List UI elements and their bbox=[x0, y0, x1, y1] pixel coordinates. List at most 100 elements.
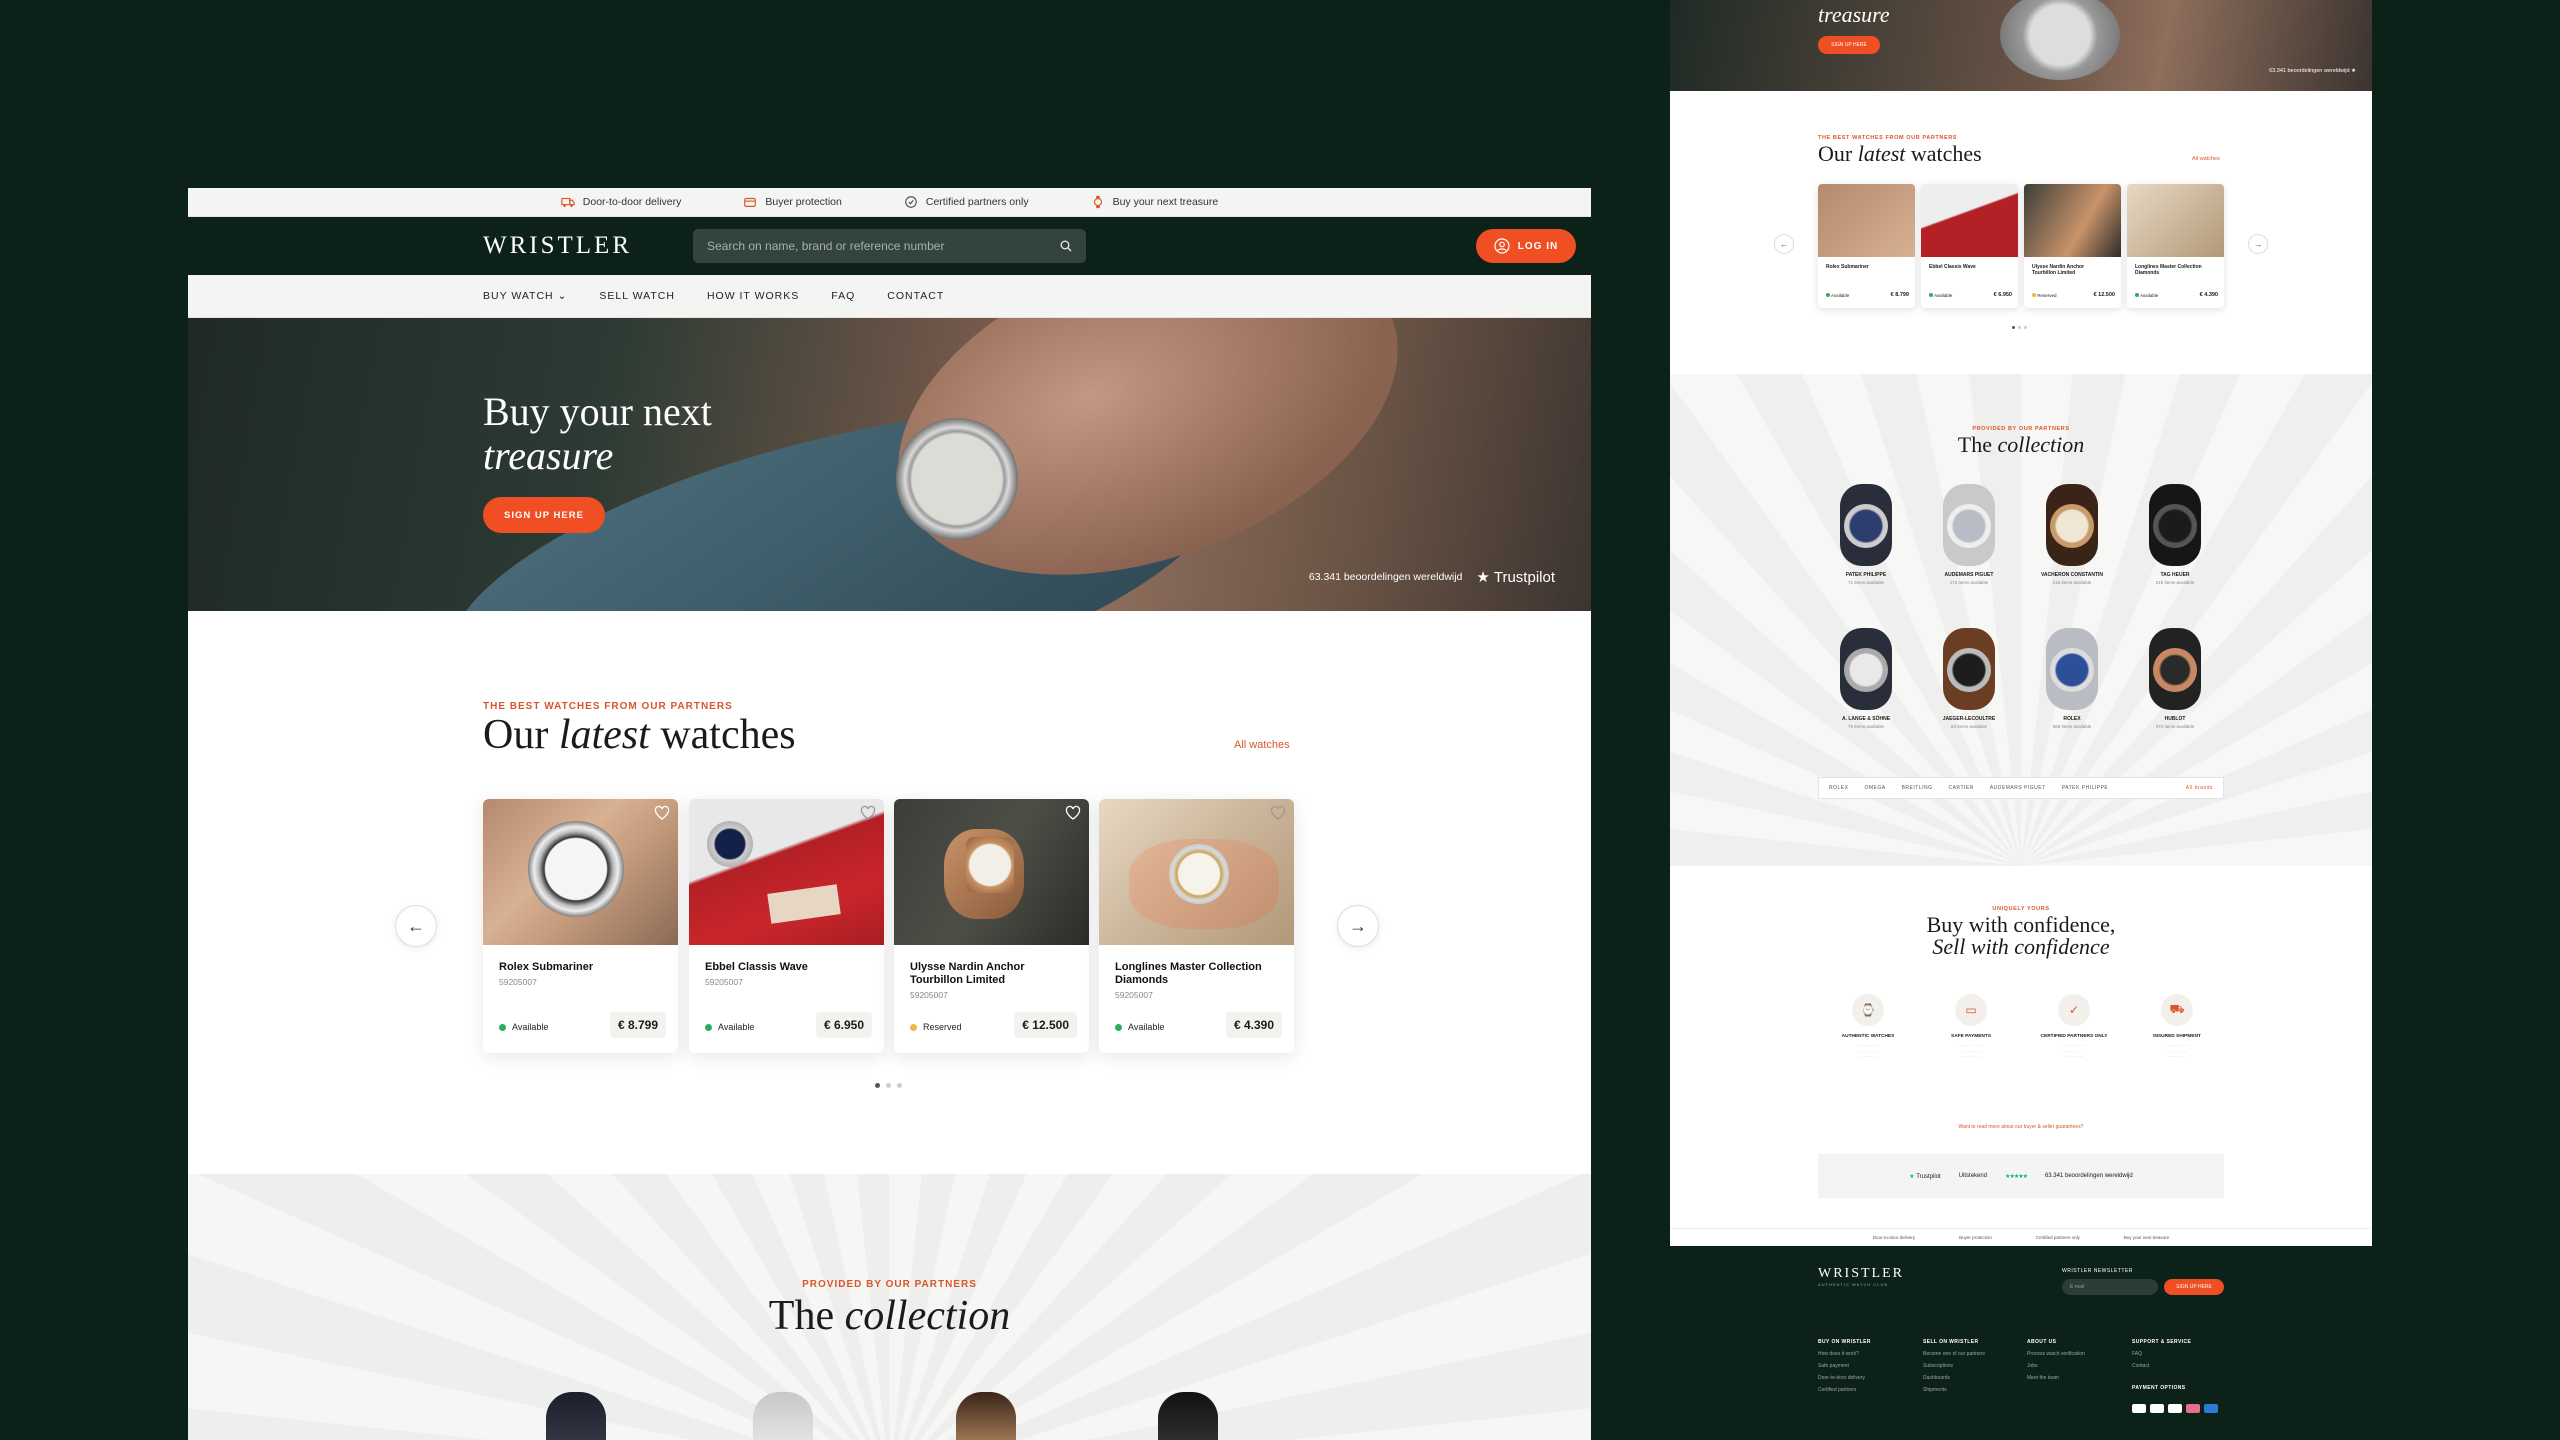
collection-watch[interactable] bbox=[956, 1392, 1016, 1440]
wallet-icon: ▭ bbox=[1955, 994, 1987, 1026]
preview-latest-title: Our latest watches bbox=[1818, 141, 1982, 167]
pagination-dot[interactable] bbox=[2012, 326, 2015, 329]
collection-watch[interactable] bbox=[753, 1392, 813, 1440]
footer-link[interactable]: Door-to-door delivery bbox=[1818, 1372, 1871, 1384]
pagination-dot[interactable] bbox=[2024, 326, 2027, 329]
nav-item-how-it-works[interactable]: HOW IT WORKS bbox=[707, 290, 799, 302]
watch-image bbox=[894, 799, 1089, 945]
search-input[interactable]: Search on name, brand or reference numbe… bbox=[693, 229, 1086, 263]
login-button[interactable]: LOG IN bbox=[1476, 229, 1576, 263]
footer-link[interactable]: Meet the team bbox=[2027, 1372, 2085, 1384]
footer-link[interactable]: How does it work? bbox=[1818, 1348, 1871, 1360]
preview-prev-button[interactable]: ← bbox=[1774, 234, 1794, 254]
brand-filter[interactable]: AUDEMARS PIGUET bbox=[1990, 785, 2046, 791]
brand-filter[interactable]: PATEK PHILIPPE bbox=[2062, 785, 2109, 791]
signup-button[interactable]: SIGN UP HERE bbox=[483, 497, 605, 533]
footer-link[interactable]: Dashboards bbox=[1923, 1372, 1985, 1384]
usp-label: Buy your next treasure bbox=[2123, 1235, 2170, 1240]
footer-link[interactable]: Contact bbox=[2132, 1360, 2191, 1372]
watch-dial bbox=[966, 837, 1014, 893]
guarantees-link[interactable]: Want to read more about our buyer & sell… bbox=[1670, 1124, 2372, 1130]
all-brands-link[interactable]: All brands bbox=[2186, 785, 2213, 791]
payment-card-icon bbox=[2204, 1404, 2218, 1413]
collection-watch[interactable] bbox=[1158, 1392, 1218, 1440]
preview-watch-card[interactable]: Rolex Submariner Available € 8.799 bbox=[1818, 184, 1915, 308]
watch-card[interactable]: Rolex Submariner 59205007 Available € 8.… bbox=[483, 799, 678, 1053]
footer-link[interactable]: Process watch verification bbox=[2027, 1348, 2085, 1360]
wallet-icon bbox=[744, 197, 757, 207]
carousel-prev-button[interactable]: ← bbox=[395, 905, 437, 947]
footer-link[interactable]: Jobs bbox=[2027, 1360, 2085, 1372]
watch-price: € 12.500 bbox=[1014, 1012, 1077, 1038]
nav-item-contact[interactable]: CONTACT bbox=[887, 290, 944, 302]
preview-watch-card[interactable]: Ulysse Nardin Anchor Tourbillon Limited … bbox=[2024, 184, 2121, 308]
footer-link[interactable]: Shipments bbox=[1923, 1384, 1985, 1396]
footer-link[interactable]: FAQ bbox=[2132, 1348, 2191, 1360]
collection-watch[interactable] bbox=[546, 1392, 606, 1440]
brand-tile[interactable]: AUDEMARS PIGUET 172 items available bbox=[1919, 484, 2019, 585]
heart-icon[interactable] bbox=[1270, 805, 1286, 821]
watch-card[interactable]: Ulysse Nardin Anchor Tourbillon Limited … bbox=[894, 799, 1089, 1053]
pagination-dot[interactable] bbox=[886, 1083, 891, 1088]
preview-status: Available bbox=[1826, 293, 1849, 298]
footer-logo[interactable]: WRISTLER AUTHENTIC WATCH CLUB bbox=[1818, 1266, 1904, 1287]
trustpilot-label: Trustpilot bbox=[1493, 568, 1555, 586]
pagination-dot[interactable] bbox=[2018, 326, 2021, 329]
heart-icon[interactable] bbox=[1065, 805, 1081, 821]
heart-icon[interactable] bbox=[860, 805, 876, 821]
feature-title: CERTIFIED PARTNERS ONLY bbox=[2040, 1034, 2108, 1039]
watch-dial bbox=[1844, 648, 1888, 692]
brand-tile[interactable]: HUBLOT 372 items available bbox=[2125, 628, 2225, 729]
status-badge: Available bbox=[1115, 1022, 1164, 1032]
footer-column: BUY ON WRISTLER How does it work? Safe pay… bbox=[1818, 1336, 1871, 1396]
newsletter-signup-button[interactable]: SIGN UP HERE bbox=[2164, 1279, 2224, 1295]
heart-icon[interactable] bbox=[654, 805, 670, 821]
brand-filter[interactable]: CARTIER bbox=[1948, 785, 1973, 791]
watch-card[interactable]: Longlines Master Collection Diamonds 592… bbox=[1099, 799, 1294, 1053]
wristler-logo[interactable]: WRISTLER bbox=[483, 232, 632, 260]
status-label: Available bbox=[1934, 293, 1953, 298]
footer-link[interactable]: Become one of our partners bbox=[1923, 1348, 1985, 1360]
trustpilot-bar[interactable]: ★ Trustpilot Uitstekend ★★★★★ 63.341 beo… bbox=[1818, 1154, 2224, 1198]
brand-tile[interactable]: VACHERON CONSTANTIN 216 items available bbox=[2022, 484, 2122, 585]
carousel-next-button[interactable]: → bbox=[1337, 905, 1379, 947]
footer-col-title: SELL ON WRISTLER bbox=[1923, 1339, 1979, 1345]
preview-all-watches-link[interactable]: All watches bbox=[2192, 156, 2220, 162]
all-watches-link[interactable]: All watches bbox=[1234, 739, 1290, 751]
brand-tile[interactable]: ROLEX 588 items available bbox=[2022, 628, 2122, 729]
trustpilot-badge[interactable]: 63.341 beoordelingen wereldwijd ★ Trustpi… bbox=[1309, 568, 1555, 587]
footer-link[interactable]: Safe payment bbox=[1818, 1360, 1871, 1372]
brand-filter[interactable]: OMEGA bbox=[1864, 785, 1885, 791]
hero-title-line1: Buy your next bbox=[483, 389, 712, 434]
main-nav: BUY WATCH ⌄ SELL WATCH HOW IT WORKS FAQ … bbox=[188, 275, 1591, 318]
footer-col-title: BUY ON WRISTLER bbox=[1818, 1339, 1871, 1345]
pagination-dot[interactable] bbox=[897, 1083, 902, 1088]
brand-count: 83 items available bbox=[1950, 724, 1988, 729]
search-icon[interactable] bbox=[1060, 240, 1072, 252]
newsletter-email-input[interactable]: E-mail bbox=[2062, 1279, 2158, 1295]
brand-filter[interactable]: ROLEX bbox=[1829, 785, 1848, 791]
usp-certified: Certified partners only bbox=[904, 195, 1029, 209]
nav-item-sell-watch[interactable]: SELL WATCH bbox=[599, 290, 675, 302]
brand-name: TAG HEUER bbox=[2160, 572, 2190, 578]
watch-ref: 59205007 bbox=[1115, 990, 1153, 1000]
brand-tile[interactable]: A. LANGE & SÖHNE 76 items available bbox=[1816, 628, 1916, 729]
preview-watch-price: € 8.799 bbox=[1890, 292, 1909, 298]
preview-next-button[interactable]: → bbox=[2248, 234, 2268, 254]
preview-watch-card[interactable]: Ebbel Classis Wave Available € 6.950 bbox=[1921, 184, 2018, 308]
brand-filter[interactable]: BREITLING bbox=[1902, 785, 1933, 791]
footer-link[interactable]: Subscriptions bbox=[1923, 1360, 1985, 1372]
brand-tile[interactable]: PATEK PHILIPPE 71 items available bbox=[1816, 484, 1916, 585]
brand-tile[interactable]: JAEGER-LECOULTRE 83 items available bbox=[1919, 628, 2019, 729]
nav-item-faq[interactable]: FAQ bbox=[831, 290, 855, 302]
brand-tile[interactable]: TAG HEUER 219 items available bbox=[2125, 484, 2225, 585]
footer-link[interactable]: Certified partners bbox=[1818, 1384, 1871, 1396]
chevron-down-icon: ⌄ bbox=[557, 290, 568, 302]
pagination-dot[interactable] bbox=[875, 1083, 880, 1088]
preview-watch-card[interactable]: Longlines Master Collection Diamonds Ava… bbox=[2127, 184, 2224, 308]
watch-card[interactable]: Ebbel Classis Wave 59205007 Available € … bbox=[689, 799, 884, 1053]
nav-item-buy-watch[interactable]: BUY WATCH ⌄ bbox=[483, 290, 567, 302]
brand-watch-image bbox=[1840, 628, 1892, 710]
preview-status: Available bbox=[1929, 293, 1952, 298]
preview-signup-button[interactable]: SIGN UP HERE bbox=[1818, 36, 1880, 54]
